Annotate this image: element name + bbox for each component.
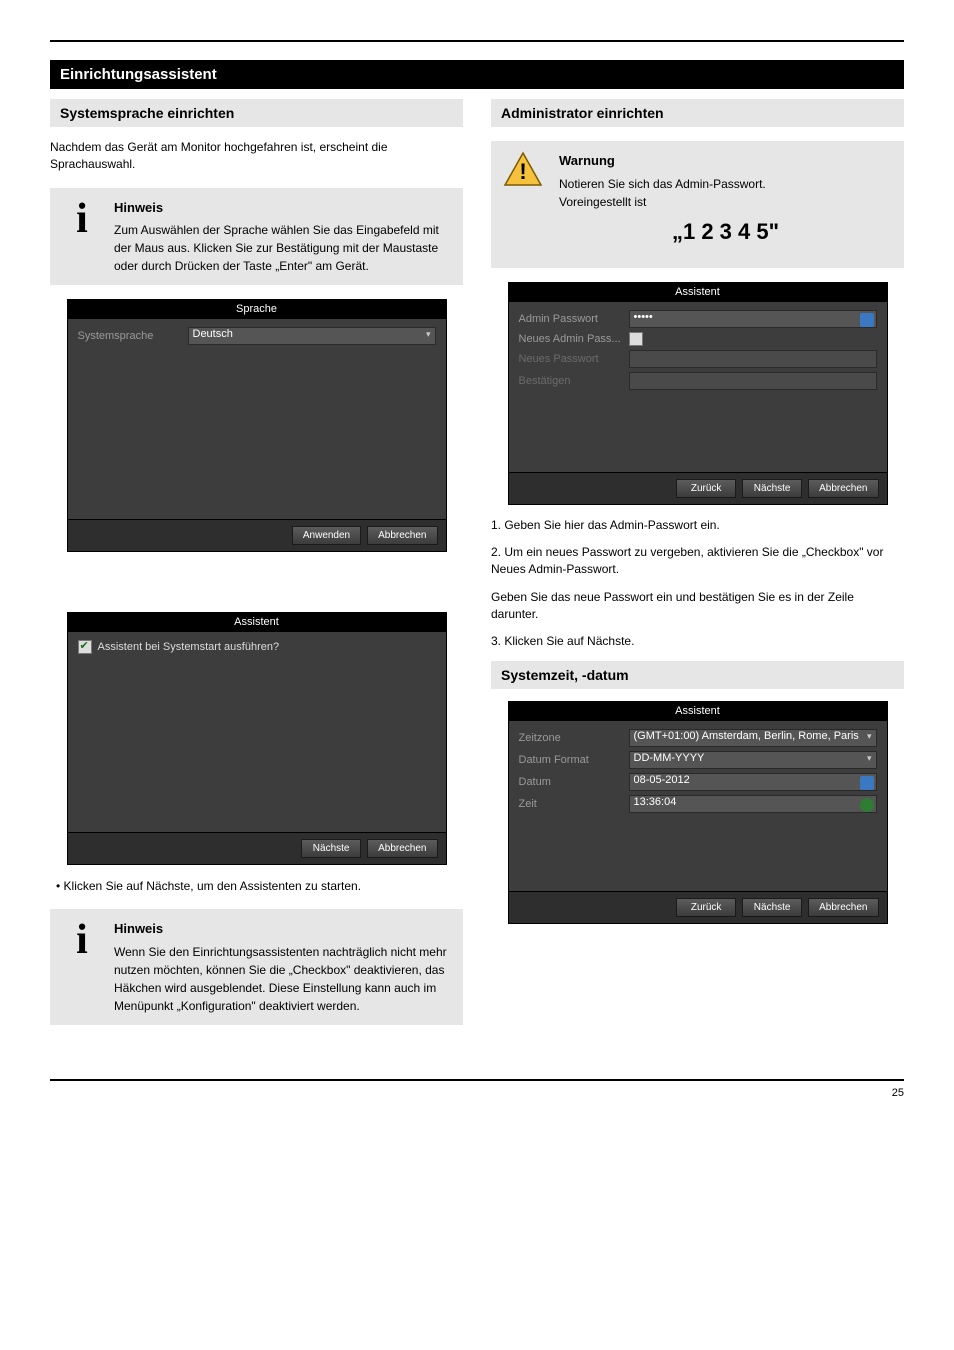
note-body: Zum Auswählen der Sprache wählen Sie das… xyxy=(114,221,451,275)
section-title-bar: Einrichtungsassistent xyxy=(50,60,904,89)
cancel-button[interactable]: Abbrechen xyxy=(367,526,437,545)
back-button[interactable]: Zurück xyxy=(676,898,736,917)
back-button[interactable]: Zurück xyxy=(676,479,736,498)
left-column: Systemsprache einrichten Nachdem das Ger… xyxy=(50,99,463,1039)
input-time[interactable]: 13:36:04 xyxy=(629,795,877,813)
input-confirm-password xyxy=(629,372,877,390)
right-heading: Administrator einrichten xyxy=(491,99,904,127)
panel-language-title: Sprache xyxy=(68,300,446,319)
left-heading: Systemsprache einrichten xyxy=(50,99,463,127)
step-1: 1. Geben Sie hier das Admin-Passwort ein… xyxy=(491,517,904,534)
panel-time-title: Assistent xyxy=(509,702,887,721)
note-title: Hinweis xyxy=(114,198,451,218)
panel-wizard-start: Assistent Assistent bei Systemstart ausf… xyxy=(67,612,447,865)
input-new-password xyxy=(629,350,877,368)
label-timezone: Zeitzone xyxy=(519,732,629,744)
panel-language: Sprache Systemsprache Deutsch Anwenden A… xyxy=(67,299,447,552)
keyboard-icon[interactable] xyxy=(860,313,874,327)
checkbox-new-admin-password[interactable] xyxy=(629,332,643,346)
panel-system-time: Assistent Zeitzone (GMT+01:00) Amsterdam… xyxy=(508,701,888,924)
step-2b: Geben Sie das neue Passwort ein und best… xyxy=(491,589,904,624)
cancel-button[interactable]: Abbrechen xyxy=(808,898,878,917)
panel-admin-title: Assistent xyxy=(509,283,887,302)
step-3: 3. Klicken Sie auf Nächste. xyxy=(491,633,904,650)
calendar-icon[interactable] xyxy=(860,776,874,790)
next-button[interactable]: Nächste xyxy=(742,479,802,498)
note2-title: Hinweis xyxy=(114,919,451,939)
admin-password-value: ••••• xyxy=(634,311,653,323)
panel-admin-password: Assistent Admin Passwort ••••• Neues Adm… xyxy=(508,282,888,505)
checkbox-run-wizard[interactable] xyxy=(78,640,92,654)
cancel-button[interactable]: Abbrechen xyxy=(367,839,437,858)
clock-icon[interactable] xyxy=(860,798,874,812)
warning-title: Warnung xyxy=(559,151,892,171)
cancel-button[interactable]: Abbrechen xyxy=(808,479,878,498)
dropdown-timezone[interactable]: (GMT+01:00) Amsterdam, Berlin, Rome, Par… xyxy=(629,729,877,747)
info-icon: i xyxy=(62,919,102,961)
right-heading-2: Systemzeit, -datum xyxy=(491,661,904,689)
note2-body: Wenn Sie den Einrichtungsassistenten nac… xyxy=(114,943,451,1015)
dropdown-system-language[interactable]: Deutsch xyxy=(188,327,436,345)
bullet-start-wizard: Klicken Sie auf Nächste, um den Assisten… xyxy=(56,877,463,895)
note-box-2: i Hinweis Wenn Sie den Einrichtungsassis… xyxy=(50,909,463,1025)
next-button[interactable]: Nächste xyxy=(301,839,361,858)
next-button[interactable]: Nächste xyxy=(742,898,802,917)
warning-body-1: Notieren Sie sich das Admin-Passwort. xyxy=(559,175,892,193)
svg-text:!: ! xyxy=(519,159,526,184)
label-time: Zeit xyxy=(519,798,629,810)
default-password: „1 2 3 4 5" xyxy=(559,215,892,248)
checkbox-run-wizard-label: Assistent bei Systemstart ausführen? xyxy=(98,641,280,653)
label-new-password: Neues Passwort xyxy=(519,353,629,365)
warning-icon: ! xyxy=(503,151,547,190)
page-footer: 25 xyxy=(50,1079,904,1099)
header-rule xyxy=(50,40,904,42)
label-system-language: Systemsprache xyxy=(78,330,188,342)
left-intro: Nachdem das Gerät am Monitor hochgefahre… xyxy=(50,139,463,174)
label-date: Datum xyxy=(519,776,629,788)
warning-box: ! Warnung Notieren Sie sich das Admin-Pa… xyxy=(491,141,904,268)
right-column: Administrator einrichten ! Warnung Notie… xyxy=(491,99,904,1039)
input-date[interactable]: 08-05-2012 xyxy=(629,773,877,791)
label-new-admin-password: Neues Admin Pass... xyxy=(519,333,629,345)
dropdown-date-format[interactable]: DD-MM-YYYY xyxy=(629,751,877,769)
panel-wizard-title: Assistent xyxy=(68,613,446,632)
warning-body-2: Voreingestellt ist xyxy=(559,193,892,211)
label-admin-password: Admin Passwort xyxy=(519,313,629,325)
label-confirm-password: Bestätigen xyxy=(519,375,629,387)
note-box: i Hinweis Zum Auswählen der Sprache wähl… xyxy=(50,188,463,286)
info-icon: i xyxy=(62,198,102,240)
label-date-format: Datum Format xyxy=(519,754,629,766)
step-2: 2. Um ein neues Passwort zu vergeben, ak… xyxy=(491,544,904,579)
input-admin-password[interactable]: ••••• xyxy=(629,310,877,328)
apply-button[interactable]: Anwenden xyxy=(292,526,361,545)
